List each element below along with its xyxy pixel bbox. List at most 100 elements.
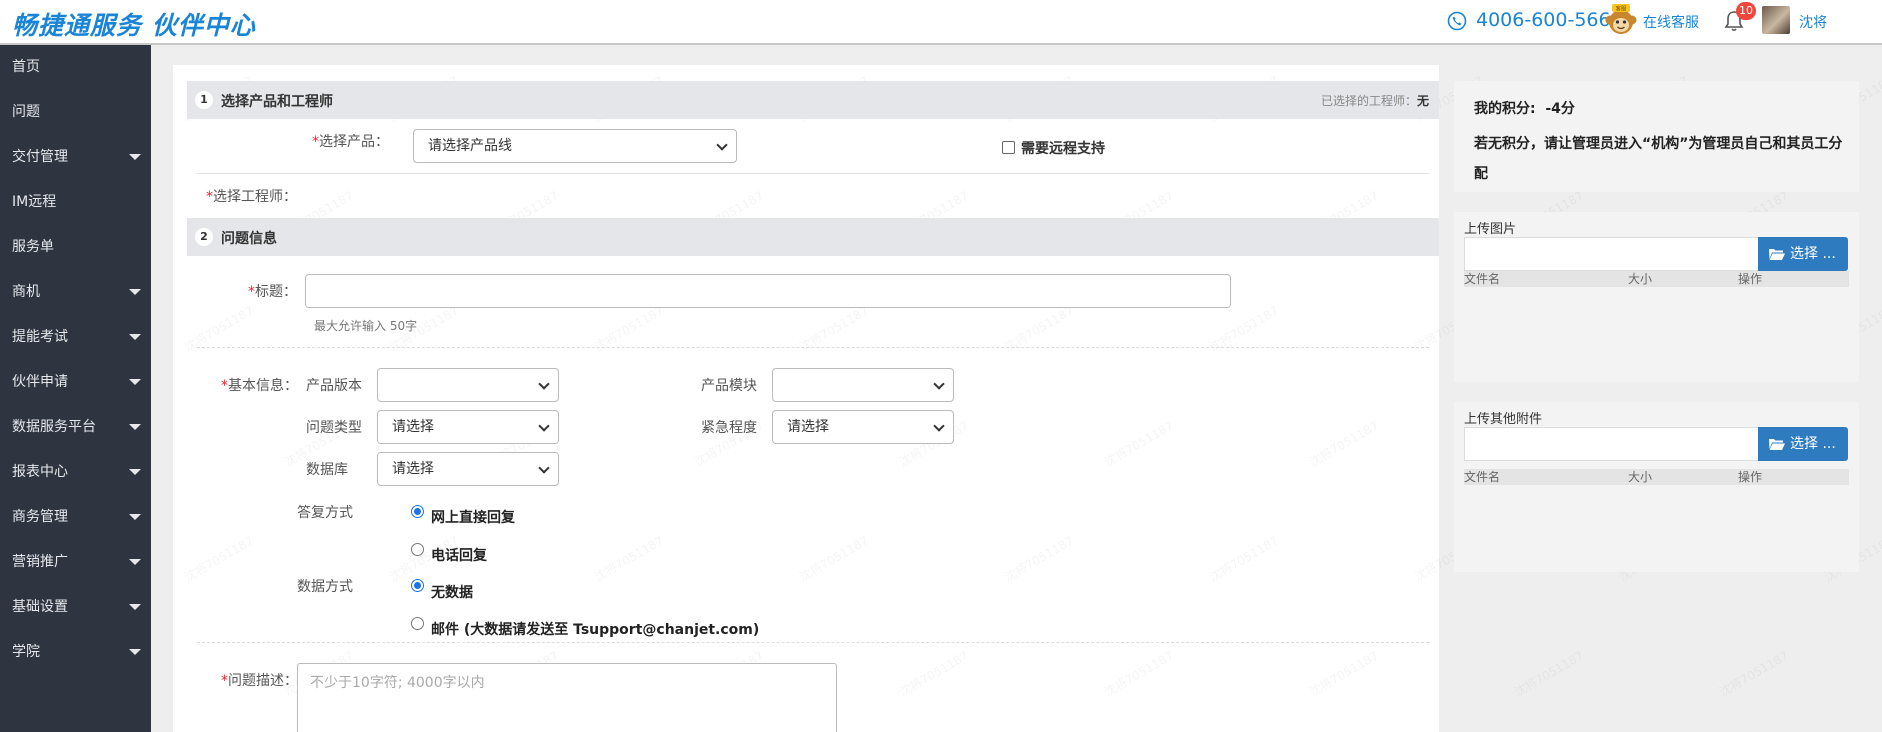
caret-down-icon [129, 289, 141, 295]
score-line: 我的积分: -4分 [1474, 101, 1575, 117]
upload-image-title: 上传图片 [1464, 222, 1517, 237]
col-size: 大小 [1628, 470, 1653, 484]
caret-down-icon [129, 379, 141, 385]
sidebar-item-label: 问题 [12, 104, 40, 120]
product-module-select[interactable] [772, 368, 954, 402]
sidebar-item-label: 商务管理 [12, 509, 68, 525]
title-input[interactable] [305, 274, 1231, 308]
database-select[interactable]: 请选择 [377, 452, 559, 486]
basic-info-label: *基本信息： [221, 378, 298, 394]
sidebar-item[interactable]: 营销推广 [0, 540, 151, 584]
sidebar-item[interactable]: 问题 [0, 90, 151, 134]
image-file-input[interactable] [1464, 237, 1768, 271]
caret-down-icon [129, 154, 141, 160]
description-placeholder: 不少于10字符; 4000字以内 [310, 675, 485, 691]
upload-other-box: 上传其他附件 选择 ... 文件名 大小 操作 [1454, 402, 1859, 572]
sidebar-item-label: 提能考试 [12, 329, 68, 345]
section-number: 2 [195, 228, 213, 246]
other-file-input[interactable] [1464, 427, 1768, 461]
reply-online-radio[interactable] [411, 505, 424, 518]
data-email-radio[interactable] [411, 617, 424, 630]
product-version-label: 产品版本 [306, 378, 362, 394]
username-link[interactable]: 沈将 [1799, 12, 1827, 32]
product-module-label: 产品模块 [701, 378, 757, 394]
service-mascot-icon[interactable]: 客服 [1603, 3, 1639, 37]
sidebar-item[interactable]: 商机 [0, 270, 151, 314]
product-line-select[interactable]: 请选择产品线 [413, 129, 737, 163]
sidebar-item-label: 商机 [12, 284, 40, 300]
sidebar-item[interactable]: 商务管理 [0, 495, 151, 539]
avatar[interactable] [1762, 6, 1790, 34]
sidebar-item-label: 数据服务平台 [12, 419, 96, 435]
sidebar-item[interactable]: 基础设置 [0, 585, 151, 629]
sidebar-item[interactable]: IM远程 [0, 180, 151, 224]
score-note: 若无积分，请让管理员进入“机构”为管理员自己和其员工分配 [1474, 136, 1843, 182]
sidebar-item[interactable]: 报表中心 [0, 450, 151, 494]
reply-phone-label[interactable]: 电话回复 [431, 545, 487, 565]
remote-support-label[interactable]: 需要远程支持 [1021, 138, 1105, 158]
sidebar-item-label: IM远程 [12, 194, 57, 210]
section-header-issue: 2 问题信息 [187, 218, 1439, 256]
image-table-header: 文件名 大小 操作 [1464, 271, 1849, 287]
sidebar-item[interactable]: 交付管理 [0, 135, 151, 179]
reply-online-label[interactable]: 网上直接回复 [431, 507, 515, 527]
caret-down-icon [129, 424, 141, 430]
score-box: 我的积分: -4分 若无积分，请让管理员进入“机构”为管理员自己和其员工分配 [1454, 81, 1859, 192]
mascot-label: 客服 [1615, 5, 1627, 13]
sidebar-item-label: 交付管理 [12, 149, 68, 165]
selected-engineer-label: 已选择的工程师： [1320, 94, 1417, 108]
online-service-link[interactable]: 在线客服 [1643, 12, 1699, 32]
caret-down-icon [129, 334, 141, 340]
selected-engineer-value: 无 [1416, 94, 1429, 108]
sidebar-item-label: 报表中心 [12, 464, 68, 480]
section-title: 选择产品和工程师 [221, 94, 333, 110]
divider [197, 347, 1429, 348]
title-hint: 最大允许输入 50字 [314, 319, 418, 333]
urgency-label: 紧急程度 [701, 420, 757, 436]
divider [197, 642, 1429, 643]
issue-type-select[interactable]: 请选择 [377, 410, 559, 444]
description-textarea[interactable]: 不少于10字符; 4000字以内 [297, 663, 837, 732]
col-action: 操作 [1738, 470, 1763, 484]
sidebar-item[interactable]: 服务单 [0, 225, 151, 269]
col-action: 操作 [1738, 272, 1763, 286]
choose-other-button[interactable]: 选择 ... [1758, 427, 1848, 461]
col-filename: 文件名 [1464, 470, 1501, 484]
col-size: 大小 [1628, 272, 1653, 286]
sidebar-item[interactable]: 首页 [0, 45, 151, 89]
remote-support-checkbox[interactable] [1002, 141, 1015, 154]
divider [197, 173, 1429, 174]
selected-engineer-status: 已选择的工程师：无 [1321, 92, 1429, 109]
reply-phone-radio[interactable] [411, 543, 424, 556]
sidebar-item-label: 服务单 [12, 239, 54, 255]
data-none-label[interactable]: 无数据 [431, 582, 473, 602]
data-method-label: 数据方式 [297, 579, 353, 595]
sidebar-item-label: 学院 [12, 644, 40, 660]
sidebar-item-label: 首页 [12, 59, 40, 75]
caret-down-icon [129, 649, 141, 655]
choose-image-button[interactable]: 选择 ... [1758, 237, 1848, 271]
section-header-product: 1 选择产品和工程师 已选择的工程师：无 [187, 81, 1439, 119]
phone-icon [1447, 11, 1467, 31]
sidebar-item[interactable]: 学院 [0, 630, 151, 674]
col-filename: 文件名 [1464, 272, 1501, 286]
product-label: *选择产品： [312, 134, 389, 150]
other-table-header: 文件名 大小 操作 [1464, 469, 1849, 485]
caret-down-icon [129, 514, 141, 520]
engineer-label: *选择工程师： [206, 189, 297, 205]
sidebar-item[interactable]: 伙伴申请 [0, 360, 151, 404]
folder-open-icon [1769, 439, 1785, 450]
data-none-radio[interactable] [411, 579, 424, 592]
caret-down-icon [129, 469, 141, 475]
notification-badge: 10 [1736, 2, 1756, 20]
reply-method-label: 答复方式 [297, 505, 353, 521]
product-version-select[interactable] [377, 368, 559, 402]
sidebar-item-label: 基础设置 [12, 599, 68, 615]
data-email-label[interactable]: 邮件 (大数据请发送至 Tsupport@chanjet.com) [431, 619, 759, 639]
urgency-select[interactable]: 请选择 [772, 410, 954, 444]
sidebar-item[interactable]: 数据服务平台 [0, 405, 151, 449]
section-number: 1 [195, 91, 213, 109]
title-label: *标题： [248, 284, 297, 300]
sidebar-item[interactable]: 提能考试 [0, 315, 151, 359]
app-logo[interactable]: 畅捷通服务 伙伴中心 [12, 6, 256, 42]
